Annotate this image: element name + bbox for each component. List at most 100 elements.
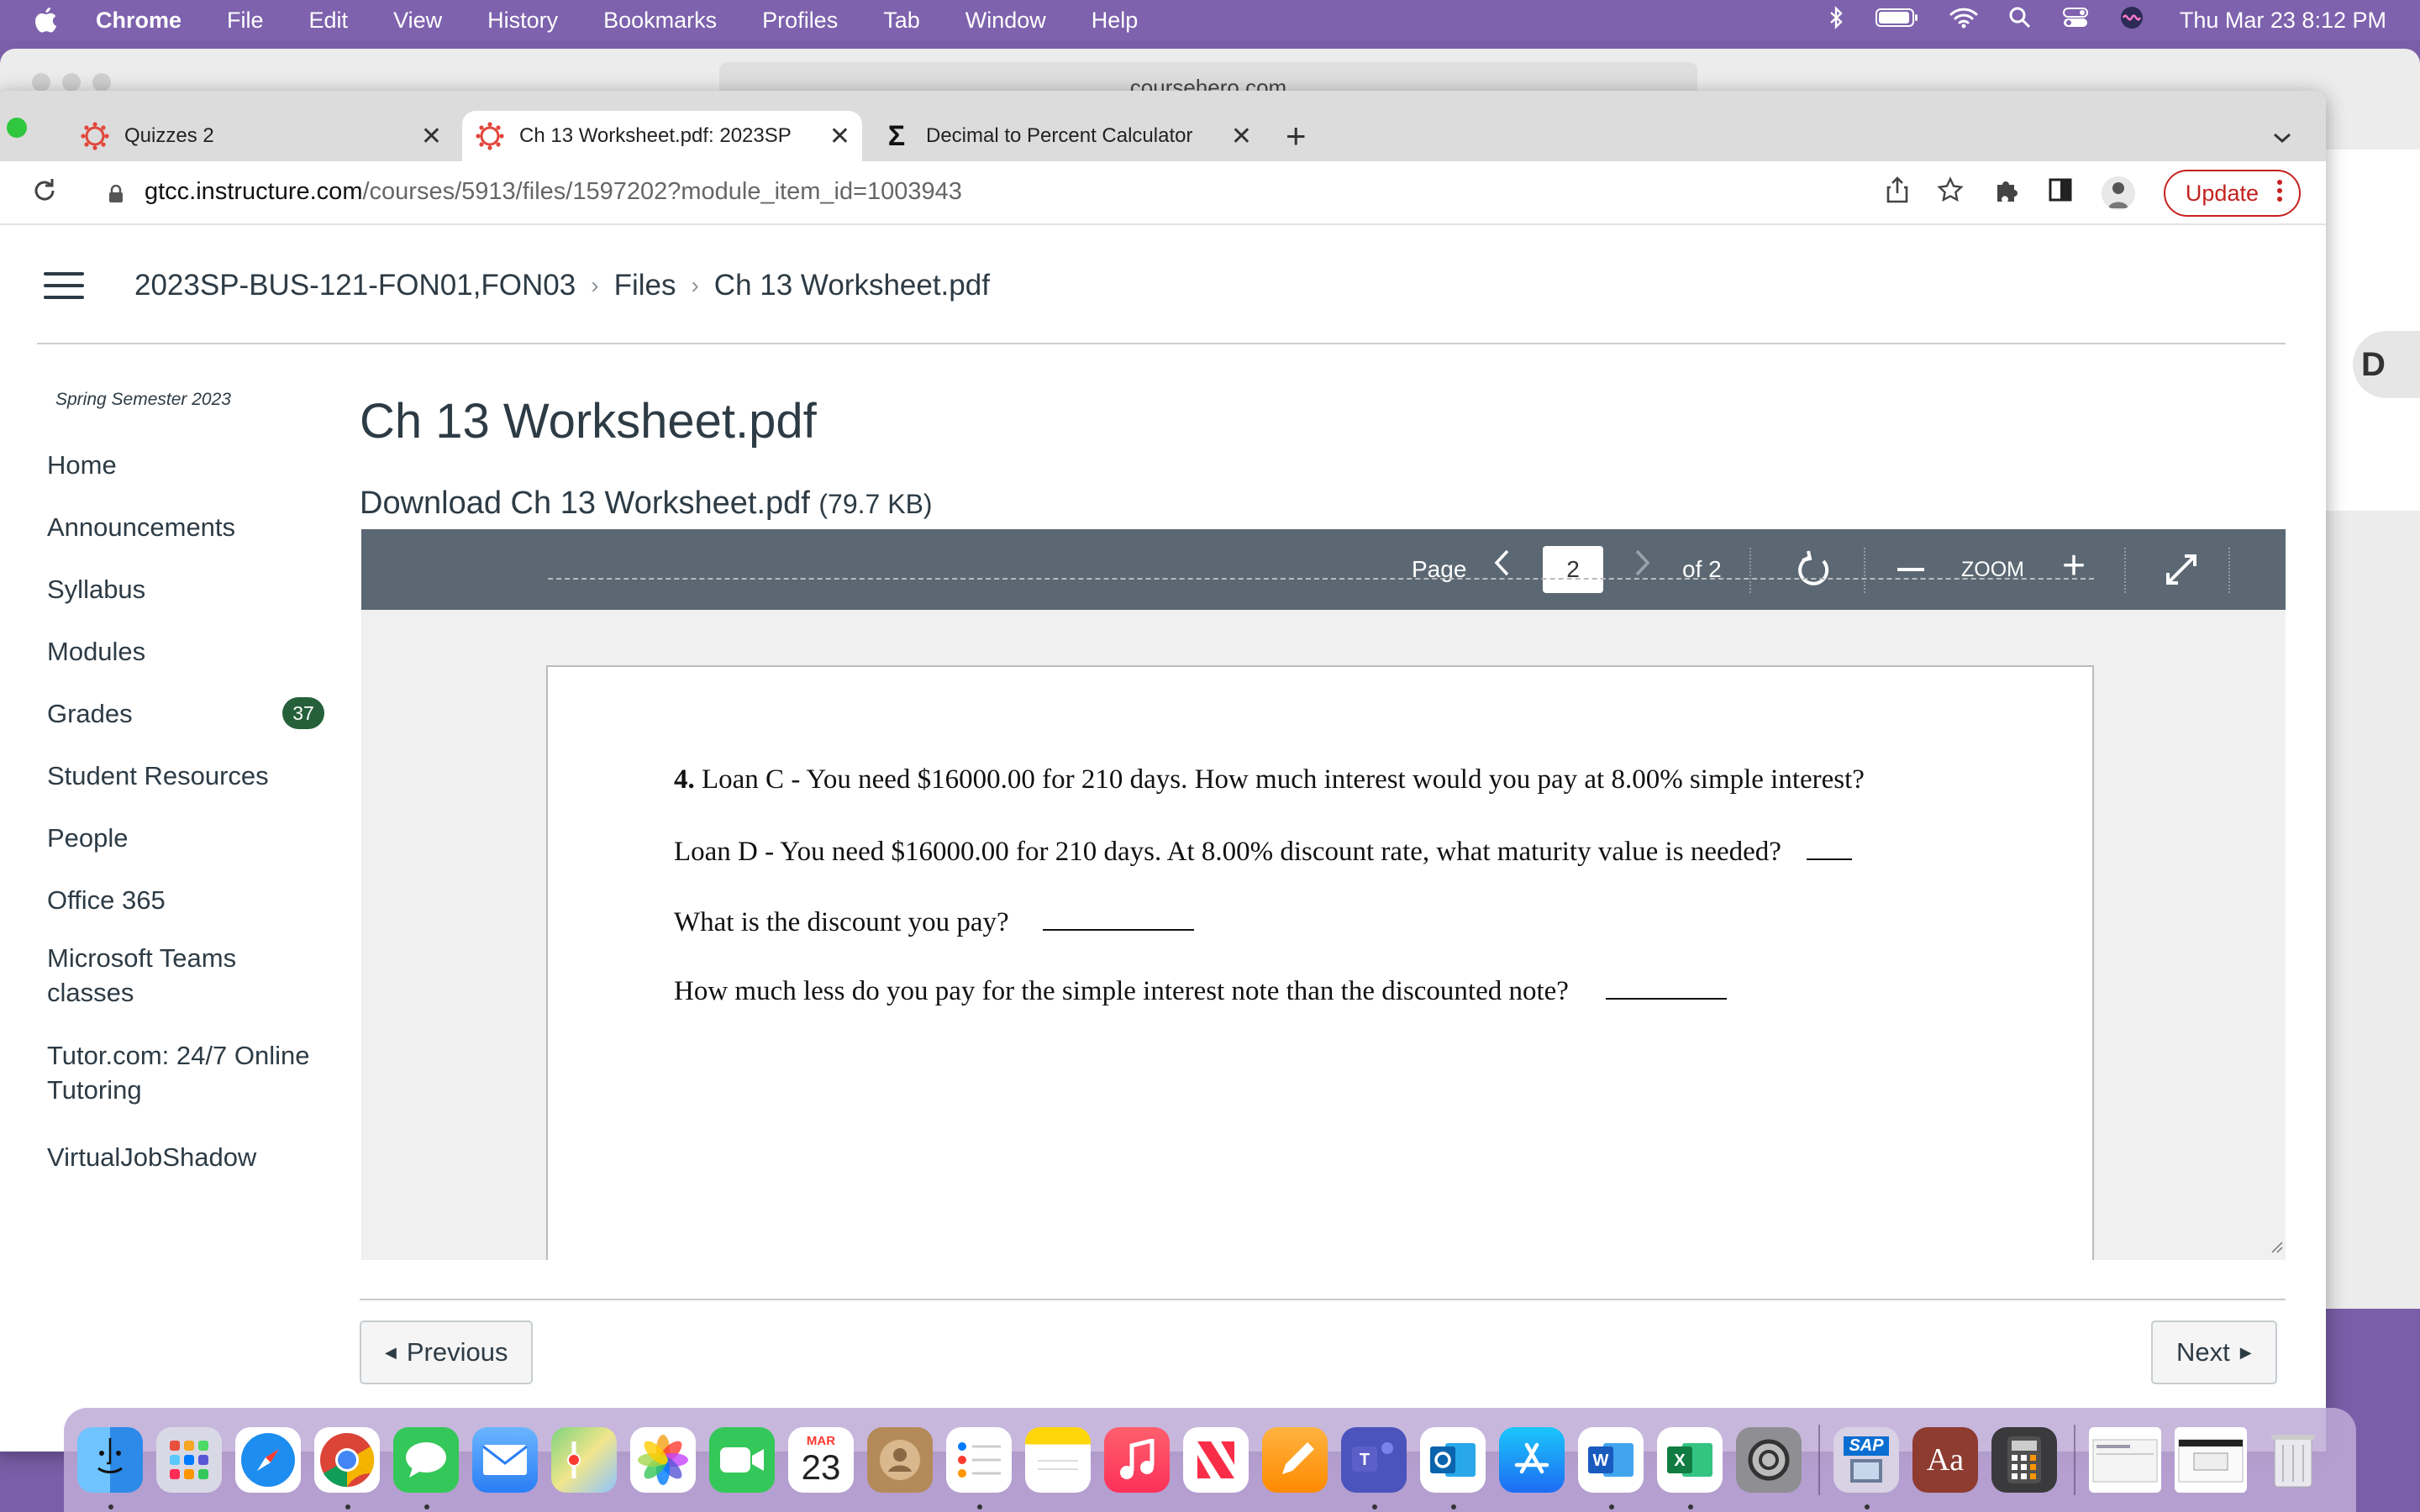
- wifi-icon[interactable]: [1949, 7, 1978, 34]
- tab-ch13-worksheet[interactable]: Ch 13 Worksheet.pdf: 2023SP ✕: [462, 111, 862, 161]
- bluetooth-icon[interactable]: [1828, 5, 1845, 35]
- url-host: gtcc.instructure.com: [145, 177, 363, 205]
- macos-dock: MAR 23 T W X SAP Aa: [64, 1408, 2356, 1512]
- tab-quizzes[interactable]: Quizzes 2 ✕: [67, 111, 454, 161]
- chrome-icon[interactable]: [314, 1427, 380, 1509]
- music-icon[interactable]: [1104, 1427, 1170, 1493]
- menu-edit[interactable]: Edit: [309, 8, 349, 34]
- breadcrumb-chevron-icon: ›: [591, 272, 599, 298]
- menu-view[interactable]: View: [393, 8, 442, 34]
- app-store-icon[interactable]: [1499, 1427, 1565, 1493]
- side-panel-icon[interactable]: [2048, 177, 2073, 209]
- nav-syllabus[interactable]: Syllabus: [47, 556, 324, 618]
- dictionary-label: Aa: [1926, 1442, 1965, 1478]
- minimized-window-thumbnail[interactable]: [2089, 1427, 2161, 1493]
- finder-icon[interactable]: [77, 1427, 143, 1509]
- background-avatar[interactable]: D: [2353, 331, 2420, 398]
- tab-decimal-calculator[interactable]: Σ Decimal to Percent Calculator ✕: [869, 111, 1264, 161]
- messages-icon[interactable]: [393, 1427, 459, 1509]
- page-title: Ch 13 Worksheet.pdf: [360, 394, 817, 449]
- launchpad-icon[interactable]: [156, 1427, 222, 1493]
- nav-office-365[interactable]: Office 365: [47, 867, 324, 929]
- siri-icon[interactable]: [2119, 5, 2144, 36]
- notes-icon[interactable]: [1025, 1427, 1091, 1493]
- window-fullscreen-button[interactable]: [7, 118, 27, 138]
- fullscreen-icon[interactable]: [2160, 548, 2203, 591]
- next-page-icon[interactable]: [1634, 548, 1652, 586]
- safari-icon[interactable]: [235, 1427, 301, 1493]
- close-icon[interactable]: ✕: [829, 122, 850, 151]
- microsoft-excel-icon[interactable]: X: [1657, 1427, 1723, 1509]
- next-label: Next: [2176, 1337, 2230, 1367]
- maps-icon[interactable]: [551, 1427, 617, 1493]
- window-close-button[interactable]: [32, 73, 50, 92]
- close-icon[interactable]: ✕: [421, 122, 442, 151]
- minimized-window-thumbnail[interactable]: [2175, 1427, 2247, 1493]
- menu-history[interactable]: History: [487, 8, 558, 34]
- photos-icon[interactable]: [630, 1427, 696, 1493]
- extensions-puzzle-icon[interactable]: [1992, 176, 2019, 210]
- nav-virtual-job-shadow[interactable]: VirtualJobShadow: [47, 1124, 324, 1186]
- nav-modules[interactable]: Modules: [47, 618, 324, 680]
- rotate-icon[interactable]: [1790, 546, 1837, 593]
- nav-announcements[interactable]: Announcements: [47, 494, 324, 556]
- microsoft-word-icon[interactable]: W: [1578, 1427, 1644, 1509]
- resize-handle-icon[interactable]: [2269, 1239, 2284, 1258]
- menu-profiles[interactable]: Profiles: [762, 8, 838, 34]
- breadcrumb-course[interactable]: 2023SP-BUS-121-FON01,FON03: [134, 269, 576, 302]
- menu-help[interactable]: Help: [1092, 8, 1139, 34]
- facetime-icon[interactable]: [709, 1427, 775, 1493]
- zoom-out-icon[interactable]: [1897, 568, 1924, 571]
- reload-icon[interactable]: [30, 176, 59, 213]
- share-icon[interactable]: [1886, 176, 1908, 210]
- lock-icon[interactable]: [108, 182, 124, 202]
- menu-app-name[interactable]: Chrome: [96, 8, 182, 34]
- calendar-icon[interactable]: MAR 23: [788, 1427, 854, 1493]
- next-button[interactable]: Next ▶: [2151, 1320, 2277, 1384]
- spotlight-search-icon[interactable]: [2008, 6, 2032, 35]
- trash-icon[interactable]: [2260, 1427, 2326, 1493]
- zoom-in-icon[interactable]: +: [2062, 543, 2086, 589]
- battery-icon[interactable]: [1875, 8, 1919, 34]
- nav-people[interactable]: People: [47, 805, 324, 867]
- dictionary-icon[interactable]: Aa: [1912, 1427, 1978, 1493]
- tab-search-chevron-icon[interactable]: [2272, 124, 2292, 150]
- reminders-icon[interactable]: [946, 1427, 1012, 1509]
- sap-icon[interactable]: SAP: [1833, 1427, 1899, 1509]
- contacts-icon[interactable]: [867, 1427, 933, 1493]
- pages-icon[interactable]: [1262, 1427, 1328, 1493]
- bookmark-star-icon[interactable]: [1937, 176, 1964, 210]
- menu-window[interactable]: Window: [965, 8, 1046, 34]
- calculator-icon[interactable]: [1991, 1427, 2057, 1493]
- menu-tab[interactable]: Tab: [883, 8, 920, 34]
- news-icon[interactable]: [1183, 1427, 1249, 1493]
- hamburger-menu-icon[interactable]: [44, 272, 84, 299]
- nav-grades[interactable]: Grades 37: [47, 680, 324, 743]
- previous-button[interactable]: ◀ Previous: [360, 1320, 534, 1384]
- window-minimize-button[interactable]: [62, 73, 81, 92]
- system-preferences-icon[interactable]: [1736, 1427, 1802, 1493]
- apple-menu-icon[interactable]: [34, 6, 59, 34]
- microsoft-outlook-icon[interactable]: [1420, 1427, 1486, 1509]
- microsoft-teams-icon[interactable]: T: [1341, 1427, 1407, 1509]
- menu-file[interactable]: File: [227, 8, 264, 34]
- previous-page-icon[interactable]: [1492, 548, 1511, 586]
- page-number-input[interactable]: 2: [1543, 546, 1603, 593]
- control-center-icon[interactable]: [2062, 6, 2089, 35]
- nav-microsoft-teams[interactable]: Microsoft Teams classes: [47, 929, 324, 1026]
- close-icon[interactable]: ✕: [1231, 122, 1252, 151]
- canvas-icon: [476, 122, 504, 150]
- nav-home[interactable]: Home: [47, 432, 324, 494]
- new-tab-plus-icon[interactable]: +: [1286, 118, 1307, 154]
- menubar-clock[interactable]: Thu Mar 23 8:12 PM: [2180, 8, 2386, 34]
- profile-avatar[interactable]: [2101, 176, 2135, 210]
- nav-tutor-com[interactable]: Tutor.com: 24/7 Online Tutoring: [47, 1026, 324, 1124]
- nav-student-resources[interactable]: Student Resources: [47, 743, 324, 805]
- window-zoom-button[interactable]: [92, 73, 111, 92]
- url-bar[interactable]: gtcc.instructure.com/courses/5913/files/…: [84, 166, 1874, 217]
- update-button[interactable]: Update: [2163, 170, 2301, 217]
- menu-bookmarks[interactable]: Bookmarks: [603, 8, 717, 34]
- mail-icon[interactable]: [472, 1427, 538, 1493]
- breadcrumb-files[interactable]: Files: [614, 269, 676, 302]
- download-link[interactable]: Download Ch 13 Worksheet.pdf: [360, 486, 810, 521]
